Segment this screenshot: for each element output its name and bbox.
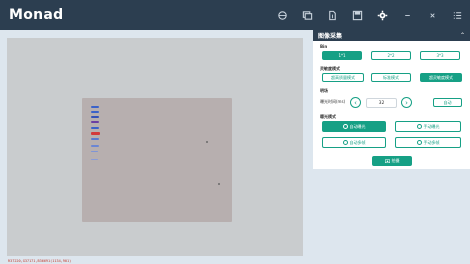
exposure-mode-label: 曝光模式 <box>320 114 336 119</box>
radio-icon <box>342 124 348 129</box>
manual-multiframe-option[interactable]: 手动多帧 <box>395 137 461 148</box>
brightfield-label: 明场 <box>320 88 328 93</box>
bin-2x2-button[interactable]: 2*2 <box>371 51 411 60</box>
bin-1x1-button[interactable]: 1*1 <box>322 51 362 60</box>
titlebar-toolbar <box>270 0 470 30</box>
auto-exposure-button[interactable]: 自动 <box>433 98 462 107</box>
layers-icon[interactable] <box>295 0 320 30</box>
ultra-sensitive-mode-button[interactable]: 超灵敏度模式 <box>420 73 462 82</box>
exposure-time-label: 曝光时间(ms) <box>320 99 346 104</box>
camera-icon[interactable] <box>270 0 295 30</box>
standard-mode-button[interactable]: 标准模式 <box>371 73 411 82</box>
title-bar: Monad <box>0 0 470 30</box>
ladder-band <box>91 138 99 140</box>
ladder-band <box>91 116 99 118</box>
option-label: 手动曝光 <box>423 123 440 129</box>
option-label: 手动多帧 <box>423 139 440 145</box>
membrane-image <box>82 98 232 222</box>
panel-header: 图像采集 ⌃ <box>313 29 470 41</box>
app-window: Monad R37220,G37171,B36691(1134,901) 图像采… <box>0 0 470 264</box>
ladder-band <box>91 121 99 123</box>
radio-icon <box>416 140 422 145</box>
increase-exposure-button[interactable]: › <box>401 97 412 108</box>
ladder-band <box>91 151 98 152</box>
option-label: 自动曝光 <box>349 123 366 129</box>
image-preview-area[interactable] <box>7 38 303 256</box>
high-quality-mode-button[interactable]: 超高质量模式 <box>322 73 364 82</box>
ladder-band <box>91 159 98 160</box>
chevron-left-icon: ‹ <box>354 98 357 107</box>
sensitivity-label: 灵敏度模式 <box>320 66 340 71</box>
minimize-icon[interactable] <box>395 0 420 30</box>
save-icon[interactable] <box>345 0 370 30</box>
camera-icon <box>384 159 390 163</box>
menu-icon[interactable] <box>445 0 470 30</box>
auto-multiframe-option[interactable]: 自动多帧 <box>322 137 386 148</box>
panel-title: 图像采集 <box>318 32 343 40</box>
export-icon[interactable] <box>320 0 345 30</box>
chevron-up-icon[interactable]: ⌃ <box>460 32 465 39</box>
ladder-band <box>91 111 99 113</box>
membrane-spot <box>206 141 208 143</box>
membrane-spot <box>218 183 220 185</box>
close-icon[interactable] <box>420 0 445 30</box>
manual-exposure-mode-option[interactable]: 手动曝光 <box>395 121 461 132</box>
app-logo: Monad <box>9 7 64 23</box>
radio-icon <box>342 140 348 145</box>
ladder-band <box>91 106 99 108</box>
bin-label: Bin <box>320 44 328 49</box>
chevron-right-icon: › <box>405 98 408 107</box>
option-label: 自动多帧 <box>349 139 366 145</box>
ladder-band <box>91 127 99 129</box>
gear-icon[interactable] <box>370 0 395 30</box>
decrease-exposure-button[interactable]: ‹ <box>350 97 361 108</box>
capture-button[interactable]: 拍摄 <box>372 156 412 166</box>
pixel-readout: R37220,G37171,B36691(1134,901) <box>8 259 72 263</box>
bin-3x3-button[interactable]: 3*3 <box>420 51 460 60</box>
image-capture-panel: 图像采集 ⌃ Bin 1*1 2*2 3*3 灵敏度模式 超高质量模式 标准模式… <box>313 29 470 169</box>
ladder-band <box>91 145 99 147</box>
radio-icon <box>416 124 422 129</box>
ladder-band <box>91 132 100 135</box>
exposure-time-input[interactable]: 32 <box>366 98 397 108</box>
auto-exposure-mode-option[interactable]: 自动曝光 <box>322 121 386 132</box>
capture-label: 拍摄 <box>391 158 400 163</box>
